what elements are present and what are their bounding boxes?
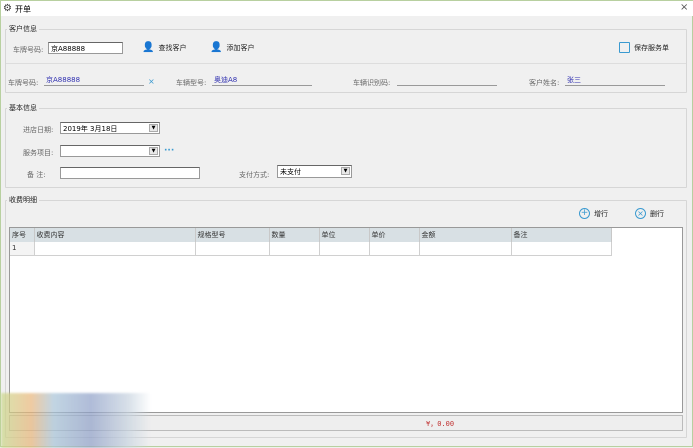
add-row-button[interactable]: + 增行	[579, 208, 608, 219]
note-label: 备 注:	[27, 171, 46, 179]
cell[interactable]	[419, 242, 512, 256]
col-header[interactable]: 收费内容	[34, 228, 196, 242]
charges-group-label: 收费明细	[7, 195, 39, 205]
payment-select[interactable]: 未支付 ▼	[277, 165, 352, 178]
date-value: 2019年 3月18日	[63, 125, 118, 133]
info-plate-label: 车牌号码:	[8, 79, 39, 87]
col-header[interactable]: 单位	[319, 228, 370, 242]
cell[interactable]	[369, 242, 420, 256]
cell[interactable]	[195, 242, 270, 256]
customer-group-label: 客户信息	[7, 24, 39, 34]
delete-row-button[interactable]: × 删行	[635, 208, 664, 219]
add-customer-label: 添加客户	[226, 43, 255, 52]
plus-circle-icon: +	[579, 208, 590, 219]
vin-value	[397, 75, 497, 86]
model-label: 车辆型号:	[176, 79, 207, 87]
window-title: 开单	[15, 5, 31, 14]
save-order-label: 保存服务单	[634, 43, 669, 52]
plate-search-input[interactable]: 京A88888	[48, 42, 123, 54]
table-header: 序号 收费内容 规格型号 数量 单位 单价 金额 备注	[10, 228, 612, 242]
cell[interactable]	[511, 242, 612, 256]
redacted-area	[1, 393, 151, 448]
table-row[interactable]: 1	[10, 242, 612, 256]
cell[interactable]	[269, 242, 320, 256]
service-label: 服务项目:	[23, 149, 54, 157]
basic-group-label: 基本信息	[7, 103, 39, 113]
model-value: 奥迪A8	[212, 75, 312, 86]
chevron-down-icon[interactable]: ▼	[149, 147, 158, 155]
service-select[interactable]: ▼	[60, 145, 160, 157]
info-plate-value: 京A88888	[44, 75, 144, 86]
date-picker[interactable]: 2019年 3月18日 ▼	[60, 122, 160, 134]
charges-table: 序号 收费内容 规格型号 数量 单位 单价 金额 备注 1	[9, 227, 683, 413]
note-input[interactable]	[60, 167, 200, 179]
add-customer-button[interactable]: 👤 添加客户	[210, 42, 254, 53]
divider	[6, 63, 686, 64]
cell-index[interactable]: 1	[10, 242, 35, 256]
plate-label: 车牌号码:	[13, 46, 44, 54]
find-customer-label: 查找客户	[158, 43, 187, 52]
x-circle-icon: ×	[635, 208, 646, 219]
col-header[interactable]: 序号	[10, 228, 35, 242]
col-header[interactable]: 数量	[269, 228, 320, 242]
date-label: 进店日期:	[23, 126, 54, 134]
total-amount: ¥，0.00	[426, 420, 455, 428]
payment-value: 未支付	[280, 168, 301, 176]
close-button[interactable]: ×	[680, 2, 688, 13]
vin-label: 车辆识别码:	[353, 79, 391, 87]
col-header[interactable]: 单价	[369, 228, 420, 242]
clear-icon[interactable]: ×	[148, 77, 155, 86]
delete-row-label: 删行	[650, 209, 664, 218]
name-value: 张三	[565, 75, 665, 86]
user-search-icon: 👤	[142, 42, 155, 53]
more-button[interactable]: ···	[164, 146, 174, 156]
find-customer-button[interactable]: 👤 查找客户	[142, 42, 186, 53]
cell[interactable]	[319, 242, 370, 256]
title-bar: ⚙ 开单 ×	[1, 1, 693, 16]
save-order-button[interactable]: 保存服务单	[619, 42, 669, 53]
user-add-icon: 👤	[210, 42, 223, 53]
add-row-label: 增行	[594, 209, 608, 218]
chevron-down-icon[interactable]: ▼	[149, 124, 158, 132]
app-icon: ⚙	[3, 3, 12, 14]
chevron-down-icon[interactable]: ▼	[341, 167, 350, 175]
col-header[interactable]: 规格型号	[195, 228, 270, 242]
save-icon	[619, 42, 630, 53]
col-header[interactable]: 备注	[511, 228, 612, 242]
name-label: 客户姓名:	[529, 79, 560, 87]
pay-label: 支付方式:	[239, 171, 270, 179]
cell[interactable]	[34, 242, 196, 256]
col-header[interactable]: 金额	[419, 228, 512, 242]
